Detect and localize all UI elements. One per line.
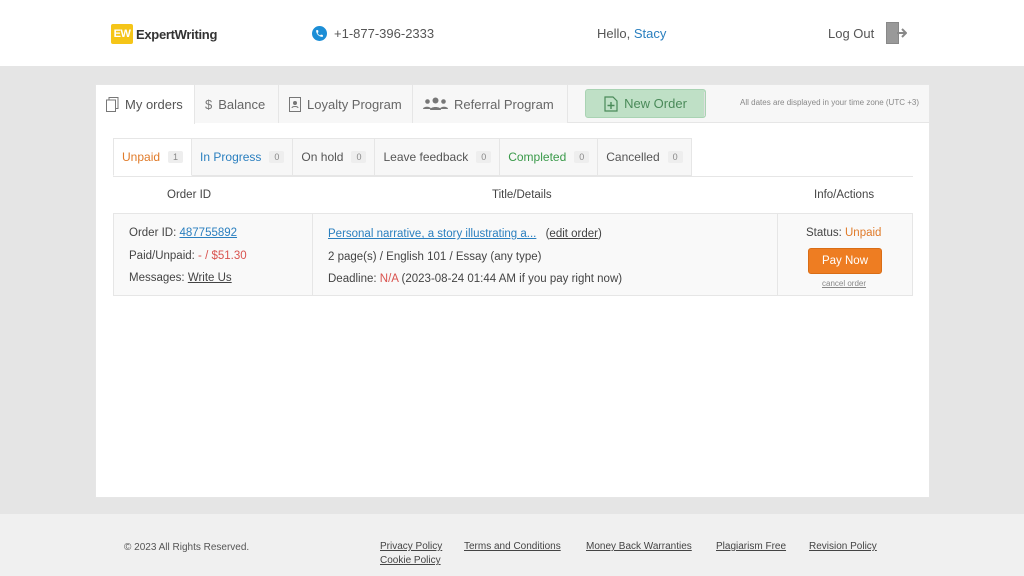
tab-leave-feedback-label: Leave feedback bbox=[383, 150, 469, 164]
dollar-icon: $ bbox=[205, 96, 213, 112]
header-title-details: Title/Details bbox=[492, 189, 552, 201]
logout-label: Log Out bbox=[828, 25, 875, 41]
footer-link-revision[interactable]: Revision Policy bbox=[809, 541, 877, 552]
paid-unpaid-label: Paid/Unpaid: bbox=[129, 250, 199, 262]
tab-completed-label: Completed bbox=[508, 150, 567, 164]
paid-unpaid-value: - / $51.30 bbox=[198, 250, 247, 262]
nav-my-orders[interactable]: My orders bbox=[96, 85, 195, 124]
nav-divider bbox=[704, 92, 705, 116]
orders-panel: My orders $ Balance Loyalty Program Refe… bbox=[95, 84, 930, 498]
status-value: Unpaid bbox=[845, 227, 882, 239]
write-us-link[interactable]: Write Us bbox=[188, 272, 232, 284]
header-order-id: Order ID bbox=[167, 189, 212, 201]
edit-order-link[interactable]: edit order bbox=[549, 228, 598, 240]
new-order-label: New Order bbox=[624, 96, 687, 111]
order-id-cell: Order ID: 487755892 Paid/Unpaid: - / $51… bbox=[114, 214, 313, 295]
messages-label: Messages: bbox=[129, 272, 188, 284]
title-details-cell: Personal narrative, a story illustrating… bbox=[313, 214, 778, 295]
order-id-line: Order ID: 487755892 bbox=[129, 227, 237, 239]
deadline-label: Deadline: bbox=[328, 273, 380, 285]
phone-number: +1-877-396-2333 bbox=[334, 26, 435, 41]
nav-referral-label: Referral Program bbox=[454, 96, 554, 112]
tab-in-progress-count: 0 bbox=[269, 151, 285, 163]
order-id-link[interactable]: 487755892 bbox=[179, 227, 237, 239]
tab-completed-count: 0 bbox=[574, 151, 590, 163]
tab-completed[interactable]: Completed 0 bbox=[500, 138, 599, 176]
tab-unpaid-label: Unpaid bbox=[122, 150, 161, 164]
tab-in-progress[interactable]: In Progress 0 bbox=[192, 138, 294, 176]
greeting-prefix: Hello, bbox=[597, 26, 634, 41]
order-details: 2 page(s) / English 101 / Essay (any typ… bbox=[328, 251, 542, 263]
nav-balance[interactable]: $ Balance bbox=[195, 85, 279, 123]
deadline-na: N/A bbox=[379, 273, 399, 285]
nav-loyalty-label: Loyalty Program bbox=[307, 96, 402, 112]
timezone-note: All dates are displayed in your time zon… bbox=[740, 98, 919, 107]
footer-link-privacy[interactable]: Privacy Policy bbox=[380, 541, 442, 552]
deadline-line: Deadline: N/A (2023-08-24 01:44 AM if yo… bbox=[328, 273, 622, 285]
tab-leave-feedback-count: 0 bbox=[476, 151, 492, 163]
tab-cancelled-count: 0 bbox=[667, 151, 683, 163]
table-row: Order ID: 487755892 Paid/Unpaid: - / $51… bbox=[113, 213, 913, 296]
status-line: Status: Unpaid bbox=[806, 227, 881, 239]
loyalty-icon bbox=[289, 96, 301, 112]
order-status-tabs: Unpaid 1 In Progress 0 On hold 0 Leave f… bbox=[113, 138, 692, 176]
status-label: Status: bbox=[806, 227, 845, 239]
pay-now-button[interactable]: Pay Now bbox=[808, 248, 882, 274]
nav-my-orders-label: My orders bbox=[125, 97, 183, 112]
footer-link-plagiarism[interactable]: Plagiarism Free bbox=[716, 541, 786, 552]
paid-unpaid-line: Paid/Unpaid: - / $51.30 bbox=[129, 250, 247, 262]
site-footer: © 2023 All Rights Reserved. Privacy Poli… bbox=[0, 514, 1024, 576]
copyright: © 2023 All Rights Reserved. bbox=[124, 542, 250, 553]
tab-unpaid-count: 1 bbox=[168, 151, 184, 163]
logout-button[interactable]: Log Out bbox=[828, 22, 908, 44]
phone-contact[interactable]: +1-877-396-2333 bbox=[312, 26, 434, 41]
phone-icon bbox=[312, 26, 327, 41]
orders-icon bbox=[106, 97, 119, 112]
user-name[interactable]: Stacy bbox=[634, 26, 667, 41]
order-id-label: Order ID: bbox=[129, 227, 180, 239]
cancel-order-link[interactable]: cancel order bbox=[822, 279, 866, 288]
order-title-link[interactable]: Personal narrative, a story illustrating… bbox=[328, 228, 536, 240]
title-line: Personal narrative, a story illustrating… bbox=[328, 228, 602, 240]
referral-icon bbox=[423, 97, 448, 111]
logo-text: ExpertWriting bbox=[136, 26, 218, 42]
tab-in-progress-label: In Progress bbox=[200, 150, 262, 164]
deadline-note: (2023-08-24 01:44 AM if you pay right no… bbox=[398, 273, 623, 285]
nav-balance-label: Balance bbox=[218, 96, 266, 112]
greeting: Hello, Stacy bbox=[597, 26, 666, 41]
nav-loyalty[interactable]: Loyalty Program bbox=[279, 85, 413, 123]
footer-link-money-back[interactable]: Money Back Warranties bbox=[586, 541, 692, 552]
tab-cancelled[interactable]: Cancelled 0 bbox=[598, 138, 692, 176]
account-nav: My orders $ Balance Loyalty Program Refe… bbox=[96, 85, 929, 124]
edit-order-close: ) bbox=[598, 228, 602, 240]
logo[interactable]: EW ExpertWriting bbox=[111, 24, 217, 44]
tab-cancelled-label: Cancelled bbox=[606, 150, 660, 164]
footer-link-cookie[interactable]: Cookie Policy bbox=[380, 555, 441, 566]
messages-line: Messages: Write Us bbox=[129, 272, 232, 284]
site-header: EW ExpertWriting +1-877-396-2333 Hello, … bbox=[0, 0, 1024, 66]
info-actions-cell: Status: Unpaid Pay Now cancel order bbox=[778, 214, 912, 295]
logo-badge: EW bbox=[111, 24, 133, 44]
new-order-icon bbox=[604, 95, 618, 112]
header-info-actions: Info/Actions bbox=[814, 189, 875, 201]
tab-on-hold[interactable]: On hold 0 bbox=[293, 138, 376, 176]
tab-leave-feedback[interactable]: Leave feedback 0 bbox=[375, 138, 501, 176]
new-order-button[interactable]: New Order bbox=[585, 89, 706, 118]
tab-on-hold-count: 0 bbox=[351, 151, 367, 163]
footer-link-terms[interactable]: Terms and Conditions bbox=[464, 541, 561, 552]
nav-referral[interactable]: Referral Program bbox=[413, 85, 568, 123]
tab-on-hold-label: On hold bbox=[301, 150, 344, 164]
logout-icon bbox=[885, 22, 908, 44]
tab-unpaid[interactable]: Unpaid 1 bbox=[113, 138, 193, 176]
orders-table-header: Order ID Title/Details Info/Actions bbox=[113, 176, 913, 213]
